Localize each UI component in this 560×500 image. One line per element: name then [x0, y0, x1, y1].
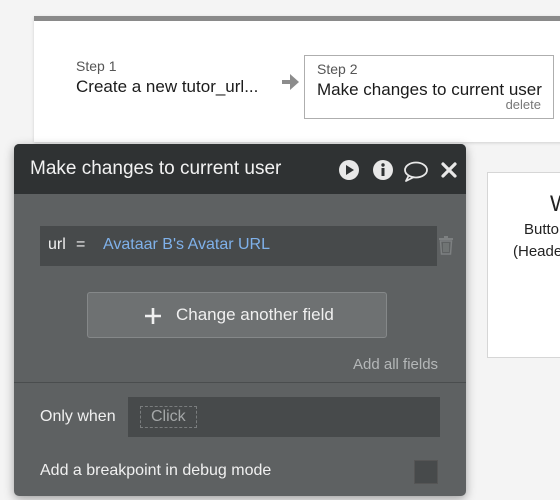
- element-text-line-2: (Heade: [513, 243, 560, 260]
- dialog-title: Make changes to current user: [30, 158, 282, 179]
- only-when-placeholder[interactable]: Click: [140, 406, 197, 428]
- workflow-step-1[interactable]: Step 1 Create a new tutor_url...: [76, 57, 258, 99]
- plus-icon: [145, 308, 161, 324]
- trash-icon[interactable]: [438, 235, 454, 255]
- editor-canvas: Step 1 Create a new tutor_url... Step 2 …: [0, 0, 560, 500]
- play-icon[interactable]: [338, 159, 360, 181]
- step-2-label: Step 2: [317, 61, 358, 77]
- info-icon[interactable]: [372, 159, 394, 181]
- add-all-fields-link[interactable]: Add all fields: [353, 356, 438, 373]
- arrow-right-icon: [282, 74, 299, 90]
- element-text-line-1: Butto: [524, 221, 560, 238]
- workflow-step-2[interactable]: Step 2 Make changes to current user dele…: [304, 55, 554, 119]
- change-another-field-button[interactable]: Change another field: [87, 292, 387, 338]
- field-assignment-row[interactable]: url = Avataar B's Avatar URL: [40, 226, 437, 266]
- only-when-label: Only when: [40, 408, 116, 425]
- step-delete-link[interactable]: delete: [506, 97, 541, 112]
- change-another-field-label: Change another field: [176, 305, 334, 324]
- workflow-steps-bar: Step 1 Create a new tutor_url... Step 2 …: [34, 16, 560, 142]
- section-divider: [14, 382, 466, 383]
- action-properties-dialog: Make changes to current user url = Avata…: [14, 144, 466, 496]
- field-name: url: [48, 236, 66, 253]
- dialog-header[interactable]: Make changes to current user: [14, 144, 466, 194]
- close-icon[interactable]: [440, 161, 458, 179]
- element-heading: W: [550, 191, 560, 217]
- breakpoint-label: Add a breakpoint in debug mode: [40, 462, 272, 479]
- field-value-expression[interactable]: Avataar B's Avatar URL: [103, 236, 270, 254]
- step-1-title: Create a new tutor_url...: [76, 77, 259, 96]
- comment-icon[interactable]: [403, 160, 429, 182]
- field-operator: =: [76, 236, 86, 253]
- only-when-condition-input[interactable]: Click: [128, 397, 440, 437]
- breakpoint-checkbox[interactable]: [414, 460, 438, 484]
- step-1-label: Step 1: [76, 58, 117, 74]
- page-element-partial[interactable]: W Butto (Heade: [487, 172, 560, 358]
